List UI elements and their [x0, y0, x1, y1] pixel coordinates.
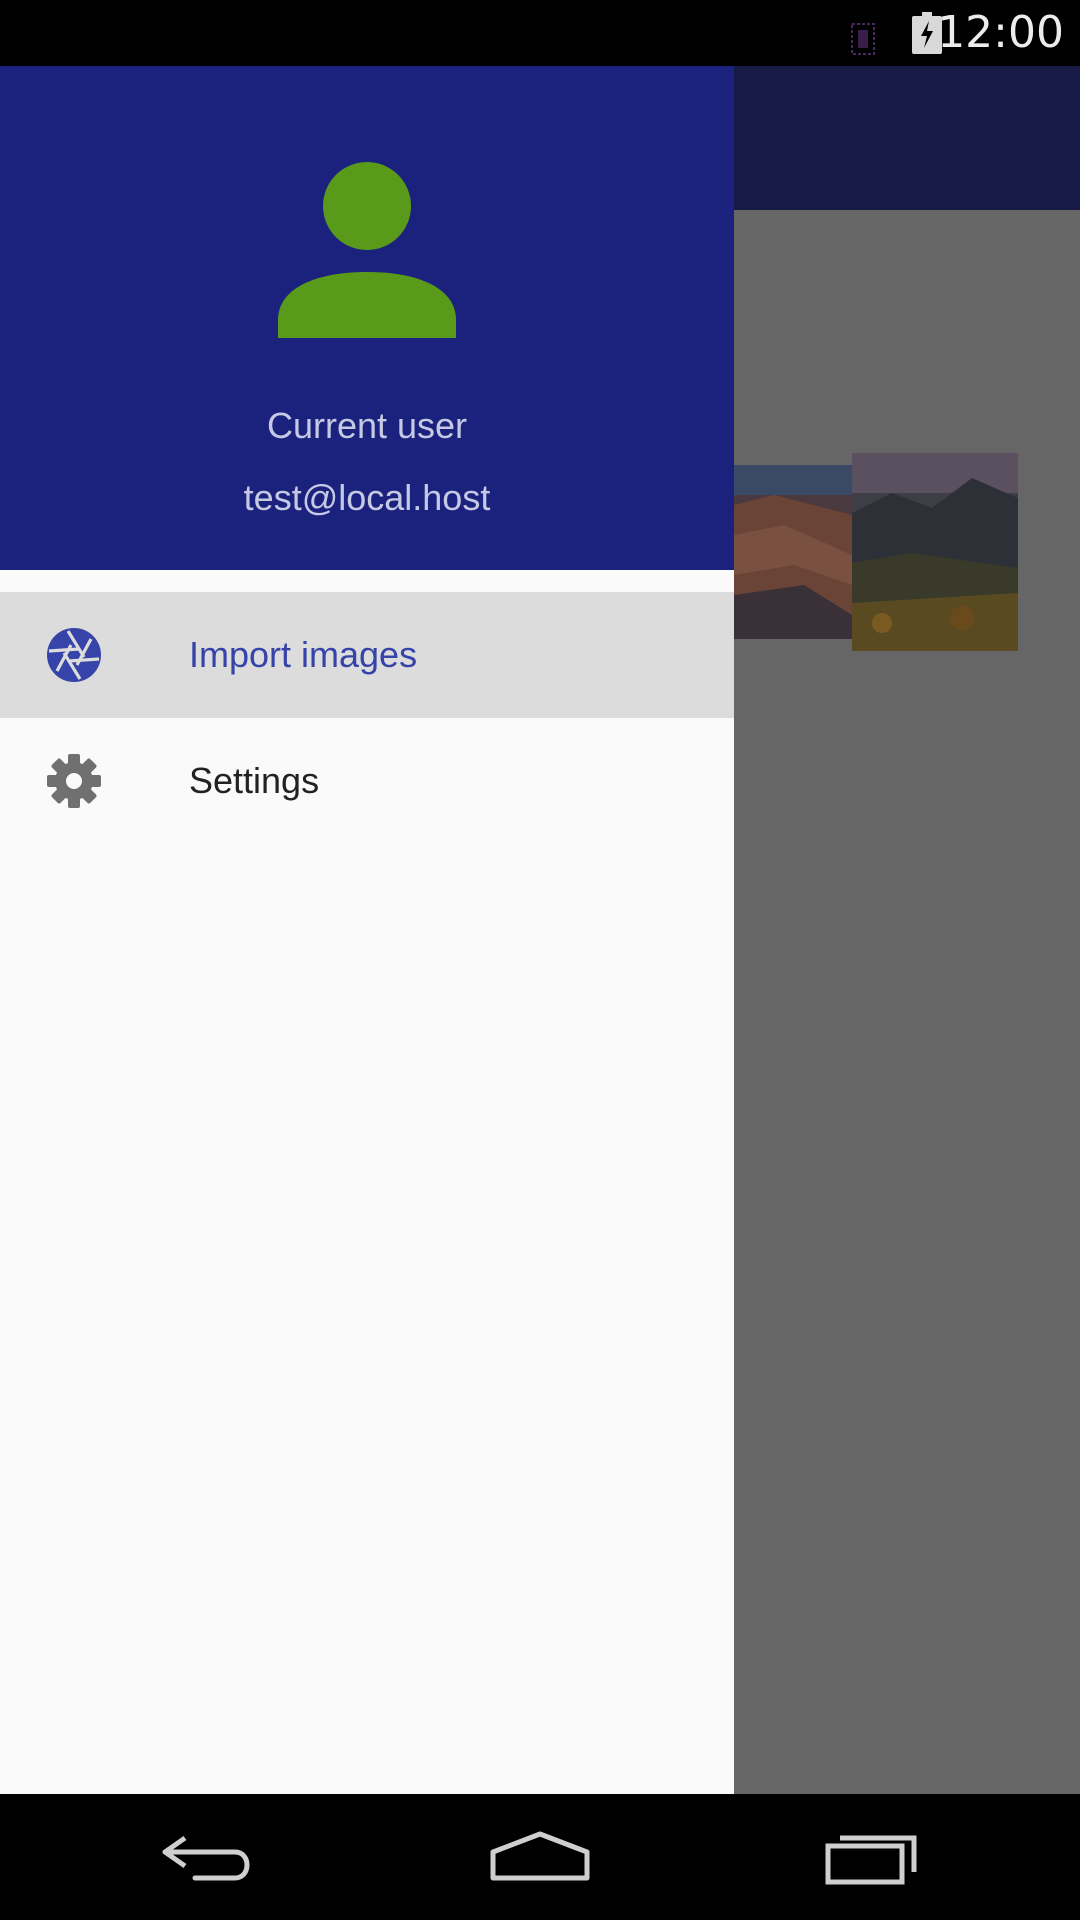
drawer-header: Current user test@local.host [0, 66, 734, 570]
status-bar: 12:00 [0, 0, 1080, 66]
menu-item-import-images[interactable]: Import images [0, 592, 734, 718]
camera-aperture-icon [47, 628, 101, 682]
home-icon[interactable] [485, 1822, 595, 1892]
person-icon [278, 162, 456, 338]
recents-icon[interactable] [818, 1822, 928, 1892]
menu-item-label: Import images [189, 634, 418, 675]
user-email: test@local.host [243, 477, 491, 518]
image-thumbnail[interactable] [852, 453, 1018, 651]
menu-item-settings[interactable]: Settings [0, 718, 734, 844]
gear-icon [47, 754, 101, 808]
screen: 12:00 Current user test@local.host Impor… [0, 0, 1080, 1920]
background-app[interactable] [734, 66, 1080, 1794]
image-thumbnail[interactable] [734, 465, 852, 639]
navigation-drawer: Current user test@local.host Import imag… [0, 66, 734, 1794]
system-nav-bar [0, 1794, 1080, 1920]
background-toolbar [734, 66, 1080, 210]
user-name: Current user [266, 405, 468, 446]
notification-icon [851, 23, 875, 55]
menu-item-label: Settings [189, 760, 320, 801]
status-clock: 12:00 [937, 7, 1064, 58]
back-icon[interactable] [155, 1822, 265, 1892]
